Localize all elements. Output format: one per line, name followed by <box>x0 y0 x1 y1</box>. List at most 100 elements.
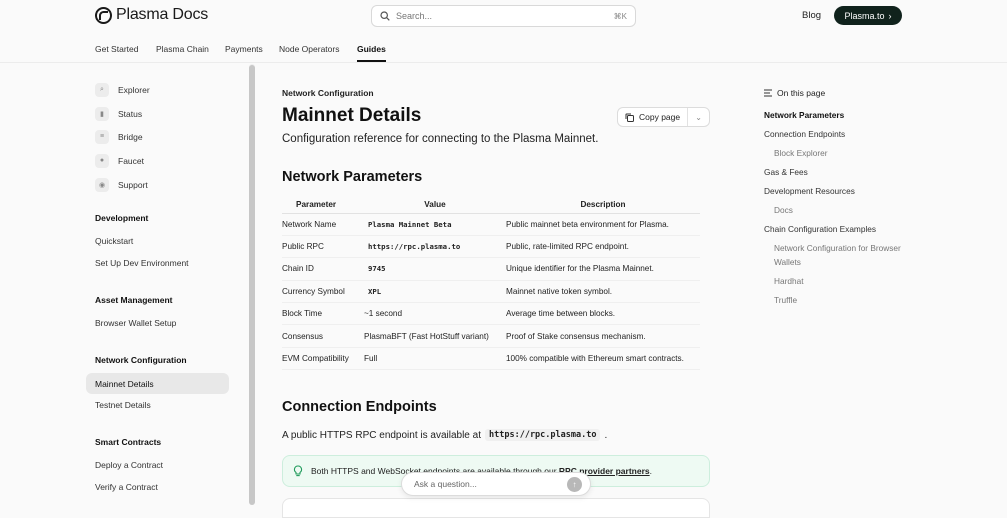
table-cell: Public RPC <box>282 235 364 259</box>
sidebar-item-label: Faucet <box>118 155 144 166</box>
rpc-url-code: https://rpc.plasma.to <box>485 429 601 441</box>
sidebar-item-verify-contract[interactable]: Verify a Contract <box>86 476 229 497</box>
table-cell: Public mainnet beta environment for Plas… <box>506 213 700 236</box>
copy-page-label: Copy page <box>639 112 681 122</box>
table-cell: Consensus <box>282 324 364 348</box>
table-cell: Chain ID <box>282 257 364 281</box>
sidebar-item-deploy-contract[interactable]: Deploy a Contract <box>86 454 229 475</box>
search-input[interactable]: Search... ⌘K <box>371 5 636 27</box>
sidebar-item-dev-environment[interactable]: Set Up Dev Environment <box>86 252 229 273</box>
toc-heading: On this page <box>777 88 826 98</box>
sidebar-item-quickstart[interactable]: Quickstart <box>86 230 229 251</box>
search-icon: ⌕ <box>95 82 109 97</box>
toc-item[interactable]: Network Configuration for Browser Wallet… <box>774 241 919 269</box>
logo-text: Plasma Docs <box>116 6 209 23</box>
table-row: Block Time ~1 second Average time betwee… <box>282 302 700 326</box>
table-cell: EVM Compatibility <box>282 347 364 371</box>
ask-placeholder: Ask a question... <box>414 479 477 489</box>
table-cell: https://rpc.plasma.to <box>364 235 506 259</box>
sidebar-item-mainnet-details[interactable]: Mainnet Details <box>86 373 229 394</box>
table-cell: Public, rate-limited RPC endpoint. <box>506 235 700 259</box>
tab-node-operators[interactable]: Node Operators <box>279 44 339 54</box>
parameters-table: Parameter Value Description Network Name… <box>282 196 700 371</box>
search-placeholder: Search... <box>396 11 433 21</box>
blog-link[interactable]: Blog <box>802 10 821 21</box>
droplet-icon: ● <box>95 153 109 168</box>
sidebar-item-explorer[interactable]: ⌕ Explorer <box>86 79 229 100</box>
toc-item[interactable]: Gas & Fees <box>764 165 914 179</box>
plasma-to-label: Plasma.to <box>844 10 885 21</box>
table-cell: PlasmaBFT (Fast HotStuff variant) <box>364 324 506 348</box>
search-icon <box>380 11 390 21</box>
table-cell: Currency Symbol <box>282 280 364 304</box>
page-title: Mainnet Details <box>282 105 422 126</box>
sidebar-item-support[interactable]: ◉ Support <box>86 174 229 195</box>
table-header: Parameter <box>282 196 364 214</box>
table-cell: Mainnet native token symbol. <box>506 280 700 304</box>
table-cell: Full <box>364 347 506 371</box>
logo[interactable]: Plasma Docs <box>95 6 208 24</box>
scrollbar-thumb[interactable] <box>249 65 255 505</box>
sidebar-item-label: Status <box>118 108 143 119</box>
table-cell: Average time between blocks. <box>506 302 700 326</box>
copy-page-button[interactable]: Copy page ⌄ <box>617 107 710 127</box>
lightbulb-icon <box>293 465 303 477</box>
list-icon <box>764 89 772 97</box>
table-cell: Network Name <box>282 213 364 236</box>
table-row: Consensus PlasmaBFT (Fast HotStuff varia… <box>282 324 700 348</box>
table-header: Value <box>364 196 506 214</box>
table-cell: Unique identifier for the Plasma Mainnet… <box>506 257 700 281</box>
send-arrow-icon[interactable]: ↑ <box>567 477 582 492</box>
sidebar-heading-development: Development <box>95 213 149 223</box>
toc-item[interactable]: Network Parameters <box>764 108 914 122</box>
table-cell: Plasma Mainnet Beta <box>364 213 506 236</box>
bar-chart-icon: ▮ <box>95 106 109 121</box>
sidebar-item-status[interactable]: ▮ Status <box>86 103 229 124</box>
sidebar-item-browser-wallet[interactable]: Browser Wallet Setup <box>86 312 229 333</box>
tab-bar: Get Started Plasma Chain Payments Node O… <box>0 38 1007 63</box>
table-cell: Block Time <box>282 302 364 326</box>
sidebar-item-faucet[interactable]: ● Faucet <box>86 150 229 171</box>
bridge-icon: ≡ <box>95 129 109 144</box>
plasma-logo-icon <box>95 6 112 24</box>
toc-item[interactable]: Chain Configuration Examples <box>764 222 914 236</box>
plasma-to-button[interactable]: Plasma.to › <box>834 6 902 25</box>
chevron-down-icon[interactable]: ⌄ <box>688 113 709 122</box>
tab-get-started[interactable]: Get Started <box>95 44 138 54</box>
table-cell: ~1 second <box>364 302 506 326</box>
sidebar: ⌕ Explorer ▮ Status ≡ Bridge ● Faucet ◉ … <box>86 64 246 505</box>
sidebar-item-label: Support <box>118 179 148 190</box>
discord-icon: ◉ <box>95 177 109 192</box>
search-shortcut: ⌘K <box>613 11 627 21</box>
tab-guides[interactable]: Guides <box>357 44 386 62</box>
sidebar-item-label: Explorer <box>118 84 150 95</box>
breadcrumb: Network Configuration <box>282 88 374 98</box>
sidebar-item-testnet-details[interactable]: Testnet Details <box>86 394 229 415</box>
copy-icon <box>625 113 634 122</box>
tab-plasma-chain[interactable]: Plasma Chain <box>156 44 209 54</box>
page-description: Configuration reference for connecting t… <box>282 133 599 145</box>
endpoint-paragraph: A public HTTPS RPC endpoint is available… <box>282 429 607 441</box>
toc-item[interactable]: Docs <box>774 203 924 217</box>
toc-item[interactable]: Connection Endpoints <box>764 127 914 141</box>
chevron-right-icon: › <box>888 10 892 21</box>
sidebar-item-bridge[interactable]: ≡ Bridge <box>86 126 229 147</box>
table-header-row: Parameter Value Description <box>282 196 700 214</box>
endpoint-text-end: . <box>604 429 608 441</box>
toc-item[interactable]: Truffle <box>774 293 924 307</box>
toc-item[interactable]: Development Resources <box>764 184 914 198</box>
table-row: Network Name Plasma Mainnet Beta Public … <box>282 213 700 236</box>
tab-payments[interactable]: Payments <box>225 44 263 54</box>
table-row: Currency Symbol XPL Mainnet native token… <box>282 280 700 304</box>
toc-item[interactable]: Hardhat <box>774 274 924 288</box>
copy-page-main[interactable]: Copy page <box>618 108 689 126</box>
top-bar: Plasma Docs Search... ⌘K Blog Plasma.to … <box>0 0 1007 32</box>
ask-question-input[interactable]: Ask a question... ↑ <box>401 472 591 496</box>
heading-connection-endpoints: Connection Endpoints <box>282 399 437 415</box>
sidebar-scrollbar[interactable] <box>249 64 255 505</box>
table-cell: XPL <box>364 280 506 304</box>
table-cell: 9745 <box>364 257 506 281</box>
sidebar-heading-smart-contracts: Smart Contracts <box>95 437 162 447</box>
table-row: Public RPC https://rpc.plasma.to Public,… <box>282 235 700 259</box>
toc-item[interactable]: Block Explorer <box>774 146 924 160</box>
